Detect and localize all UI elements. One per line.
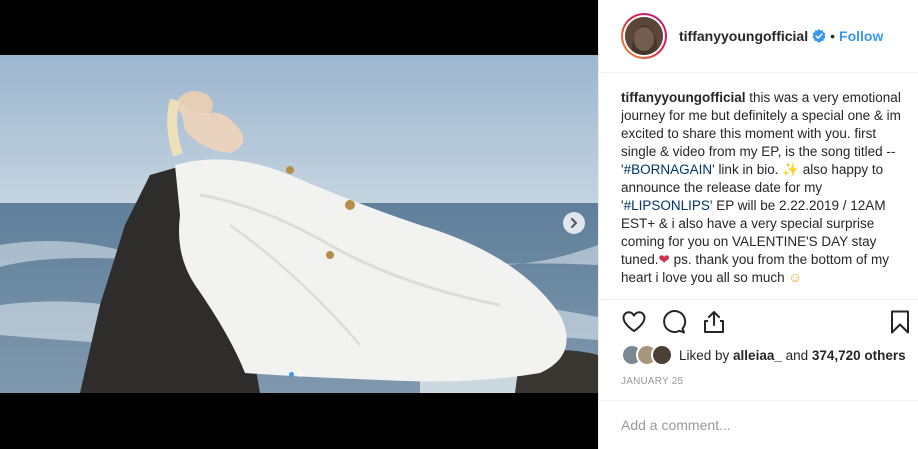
heart-emoji: ❤ <box>658 252 670 267</box>
carousel-indicator <box>289 372 303 377</box>
carousel-dot-2 <box>298 372 303 377</box>
post-media <box>0 0 598 449</box>
verified-badge-icon <box>812 29 826 43</box>
post-caption: tiffanyyoungofficial this was a very emo… <box>621 89 901 299</box>
photo-image <box>0 55 598 393</box>
avatar[interactable] <box>621 13 667 59</box>
caption-username[interactable]: tiffanyyoungofficial <box>621 90 746 105</box>
post-photo[interactable] <box>0 55 598 393</box>
liker-username[interactable]: alleiaa_ <box>733 348 782 363</box>
post-author-username[interactable]: tiffanyyoungofficial <box>679 28 808 44</box>
comment-bar <box>599 400 918 449</box>
avatar-image <box>625 17 663 55</box>
bookmark-icon[interactable] <box>887 309 913 335</box>
avatar-photo <box>625 17 663 55</box>
comment-input[interactable] <box>621 417 891 433</box>
chevron-right-icon <box>571 218 577 228</box>
post-date[interactable]: JANUARY 25 <box>621 376 683 387</box>
sparkles-emoji: ✨ <box>782 162 800 177</box>
heart-icon[interactable] <box>621 309 647 335</box>
caption-text: ' link in bio. <box>712 162 783 177</box>
avatar-border <box>623 15 665 57</box>
likes-text: Liked by alleiaa_ and 374,720 others <box>679 348 906 363</box>
divider <box>599 299 918 300</box>
carousel-next-button[interactable] <box>563 212 585 234</box>
avatar <box>651 344 673 366</box>
likes-summary: Liked by alleiaa_ and 374,720 others <box>621 344 906 366</box>
post-header: tiffanyyoungofficial • Follow <box>599 0 918 73</box>
post-actions <box>621 309 913 337</box>
liker-avatars[interactable] <box>621 344 673 366</box>
likes-conjunction: and <box>781 347 812 363</box>
comment-bubble-icon[interactable] <box>661 309 687 335</box>
smile-emoji: ☺ <box>788 270 803 285</box>
hashtag-link[interactable]: #LIPSONLIPS <box>624 198 710 213</box>
post-side-panel: tiffanyyoungofficial • Follow tiffanyyou… <box>598 0 918 449</box>
hashtag-link[interactable]: #BORNAGAIN <box>624 162 713 177</box>
likes-count[interactable]: 374,720 others <box>812 348 906 363</box>
follow-button[interactable]: Follow <box>839 28 883 44</box>
follow-separator: • <box>830 28 836 44</box>
share-icon[interactable] <box>701 309 727 335</box>
likes-prefix: Liked by <box>679 347 734 363</box>
carousel-dot-1 <box>289 372 294 377</box>
